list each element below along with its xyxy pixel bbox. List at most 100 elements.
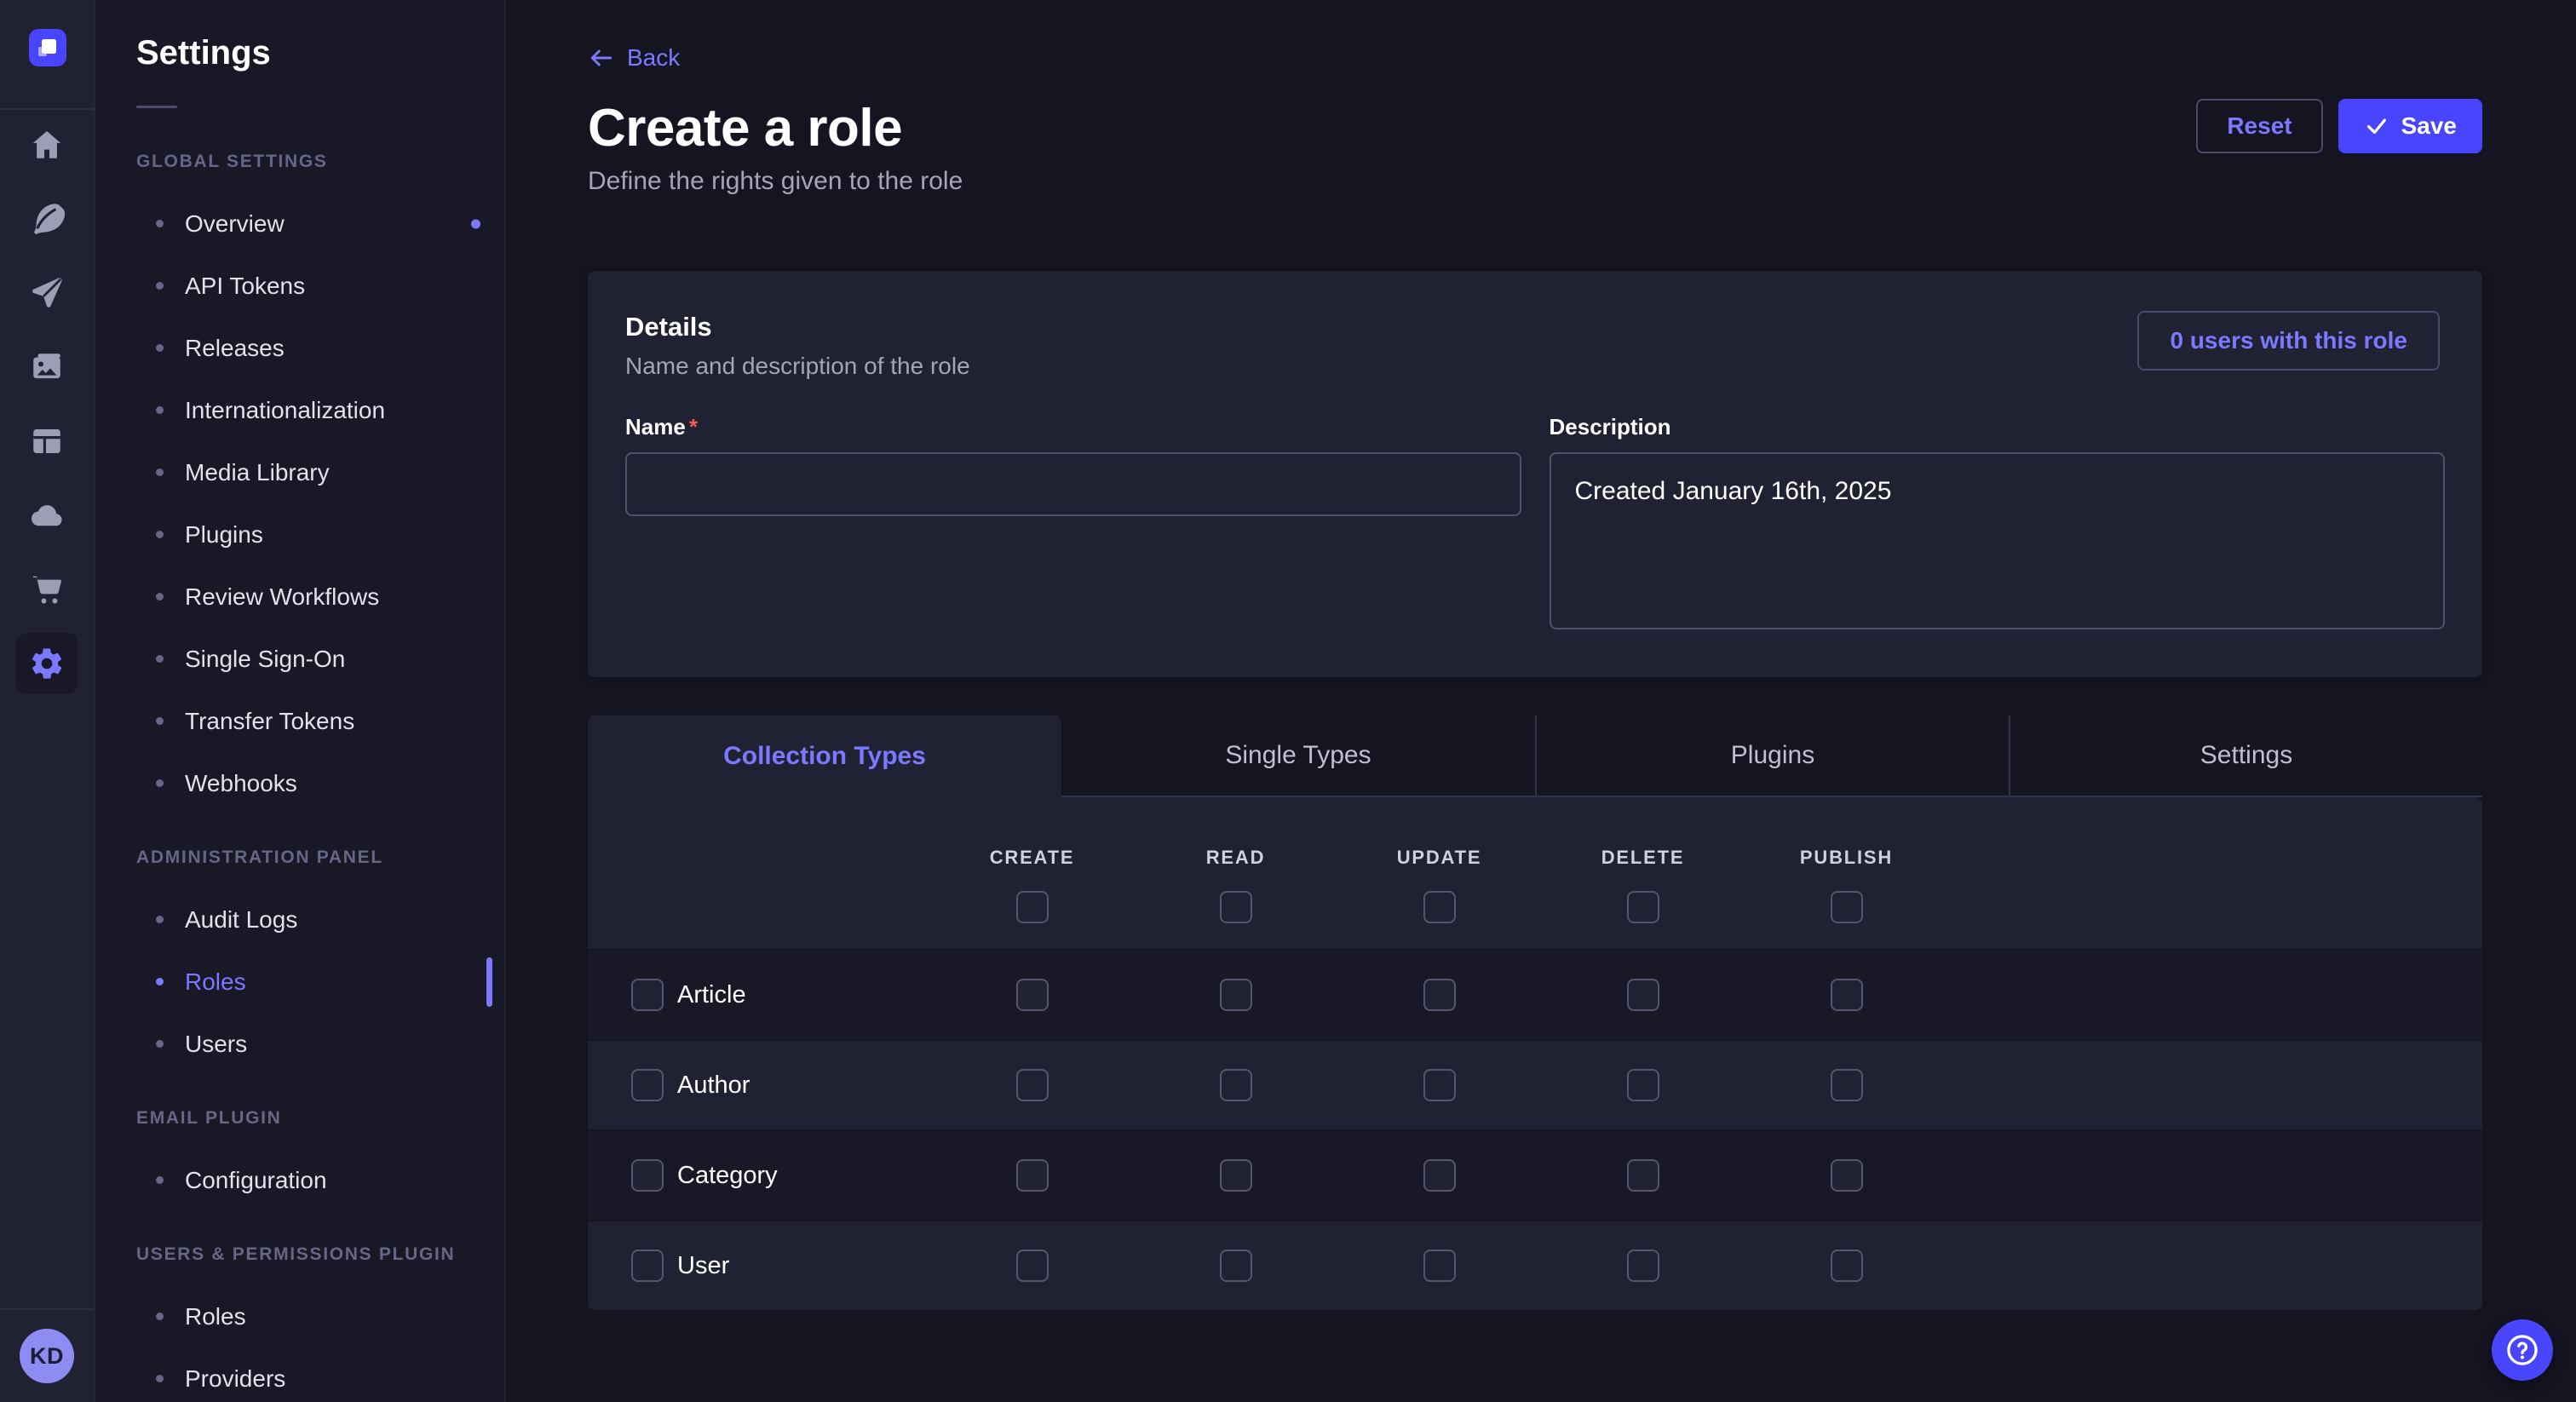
article-publish-checkbox[interactable]: [1831, 979, 1863, 1011]
column-header-cell: UPDATE: [1337, 797, 1541, 949]
tab-plugins[interactable]: Plugins: [1535, 715, 2009, 797]
check-icon: [2364, 113, 2389, 139]
permissions-card: Collection TypesSingle TypesPluginsSetti…: [588, 715, 2482, 1310]
description-textarea[interactable]: Created January 16th, 2025: [1550, 452, 2446, 629]
tab-settings[interactable]: Settings: [2009, 715, 2482, 797]
bullet-icon: [156, 468, 164, 476]
bullet-icon: [156, 531, 164, 538]
tab-single-types[interactable]: Single Types: [1061, 715, 1535, 797]
subnav-item-releases[interactable]: Releases: [95, 317, 504, 379]
select-all-update-checkbox[interactable]: [1423, 891, 1456, 923]
subnav-item-api-tokens[interactable]: API Tokens: [95, 255, 504, 317]
subnav-item-transfer-tokens[interactable]: Transfer Tokens: [95, 690, 504, 752]
subnav-item-single-sign-on[interactable]: Single Sign-On: [95, 628, 504, 690]
bullet-icon: [156, 717, 164, 725]
author-delete-checkbox[interactable]: [1627, 1069, 1659, 1101]
subnav-item-providers[interactable]: Providers: [95, 1347, 504, 1402]
user-publish-checkbox[interactable]: [1831, 1250, 1863, 1282]
row-select-author-checkbox[interactable]: [631, 1069, 664, 1101]
user-create-checkbox[interactable]: [1016, 1250, 1049, 1282]
subnav-item-media-library[interactable]: Media Library: [95, 441, 504, 503]
select-all-delete-checkbox[interactable]: [1627, 891, 1659, 923]
save-button[interactable]: Save: [2338, 99, 2482, 153]
author-read-checkbox[interactable]: [1220, 1069, 1252, 1101]
users-with-role-button[interactable]: 0 users with this role: [2137, 311, 2440, 371]
main-content: Back Create a role Define the rights giv…: [506, 0, 2576, 1402]
cloud-icon[interactable]: [16, 485, 78, 546]
paper-plane-icon[interactable]: [16, 262, 78, 324]
main-nav-rail: KD: [0, 0, 95, 1402]
description-field-group: Description Created January 16th, 2025: [1550, 414, 2446, 629]
avatar[interactable]: KD: [20, 1329, 74, 1383]
user-read-checkbox[interactable]: [1220, 1250, 1252, 1282]
details-fields: Name* Description Created January 16th, …: [625, 414, 2445, 629]
author-publish-checkbox[interactable]: [1831, 1069, 1863, 1101]
back-arrow-icon: [588, 44, 615, 72]
user-update-checkbox[interactable]: [1423, 1250, 1456, 1282]
row-select-article-checkbox[interactable]: [631, 979, 664, 1011]
home-icon[interactable]: [16, 114, 78, 175]
subnav-item-webhooks[interactable]: Webhooks: [95, 752, 504, 814]
name-input[interactable]: [625, 452, 1521, 516]
divider: [136, 106, 177, 108]
column-header-cell: READ: [1134, 797, 1337, 949]
permission-row-article: Article: [588, 949, 2482, 1039]
details-card: Details Name and description of the role…: [588, 271, 2482, 677]
bullet-icon: [156, 779, 164, 787]
marketplace-cart-icon[interactable]: [16, 559, 78, 620]
author-create-checkbox[interactable]: [1016, 1069, 1049, 1101]
strapi-logo[interactable]: [29, 29, 66, 66]
tab-collection-types[interactable]: Collection Types: [588, 715, 1061, 797]
bullet-icon: [156, 1375, 164, 1382]
settings-gear-icon[interactable]: [16, 633, 78, 694]
category-read-checkbox[interactable]: [1220, 1159, 1252, 1192]
subnav-item-internationalization[interactable]: Internationalization: [95, 379, 504, 441]
bullet-icon: [156, 1040, 164, 1048]
required-mark: *: [689, 414, 698, 440]
author-update-checkbox[interactable]: [1423, 1069, 1456, 1101]
bullet-icon: [156, 344, 164, 352]
subnav-item-configuration[interactable]: Configuration: [95, 1149, 504, 1211]
category-update-checkbox[interactable]: [1423, 1159, 1456, 1192]
subnav-item-audit-logs[interactable]: Audit Logs: [95, 888, 504, 951]
content-feather-icon[interactable]: [16, 188, 78, 250]
content-type-builder-icon[interactable]: [16, 411, 78, 472]
back-label: Back: [627, 44, 680, 72]
subnav-item-overview[interactable]: Overview: [95, 192, 504, 255]
subnav-item-users[interactable]: Users: [95, 1013, 504, 1075]
row-select-user-checkbox[interactable]: [631, 1250, 664, 1282]
subnav-item-roles[interactable]: Roles: [95, 1285, 504, 1347]
divider: [0, 108, 94, 110]
select-all-read-checkbox[interactable]: [1220, 891, 1252, 923]
article-read-checkbox[interactable]: [1220, 979, 1252, 1011]
article-delete-checkbox[interactable]: [1627, 979, 1659, 1011]
bullet-icon: [156, 1313, 164, 1320]
category-delete-checkbox[interactable]: [1627, 1159, 1659, 1192]
select-all-create-checkbox[interactable]: [1016, 891, 1049, 923]
category-create-checkbox[interactable]: [1016, 1159, 1049, 1192]
reset-button[interactable]: Reset: [2196, 99, 2322, 153]
article-create-checkbox[interactable]: [1016, 979, 1049, 1011]
bullet-icon: [156, 916, 164, 923]
help-button[interactable]: [2492, 1319, 2553, 1381]
notification-dot: [471, 219, 480, 228]
app-window: KD Settings GLOBAL SETTINGSOverviewAPI T…: [0, 0, 2576, 1402]
row-select-category-checkbox[interactable]: [631, 1159, 664, 1192]
table-corner-cell: [588, 797, 930, 949]
column-header-cell: CREATE: [930, 797, 1134, 949]
subnav-section-header: EMAIL PLUGIN: [95, 1087, 504, 1149]
back-link[interactable]: Back: [588, 44, 680, 72]
select-all-publish-checkbox[interactable]: [1831, 891, 1863, 923]
subnav-item-review-workflows[interactable]: Review Workflows: [95, 566, 504, 628]
bullet-icon: [156, 220, 164, 227]
subnav-item-roles[interactable]: Roles: [95, 951, 504, 1013]
active-indicator-bar: [486, 957, 492, 1007]
subnav-item-plugins[interactable]: Plugins: [95, 503, 504, 566]
user-delete-checkbox[interactable]: [1627, 1250, 1659, 1282]
subnav-section-header: ADMINISTRATION PANEL: [95, 826, 504, 888]
media-library-icon[interactable]: [16, 336, 78, 398]
permissions-table: CREATEREADUPDATEDELETEPUBLISH ArticleAut…: [588, 797, 2482, 1310]
category-publish-checkbox[interactable]: [1831, 1159, 1863, 1192]
article-update-checkbox[interactable]: [1423, 979, 1456, 1011]
name-field-group: Name*: [625, 414, 1521, 629]
